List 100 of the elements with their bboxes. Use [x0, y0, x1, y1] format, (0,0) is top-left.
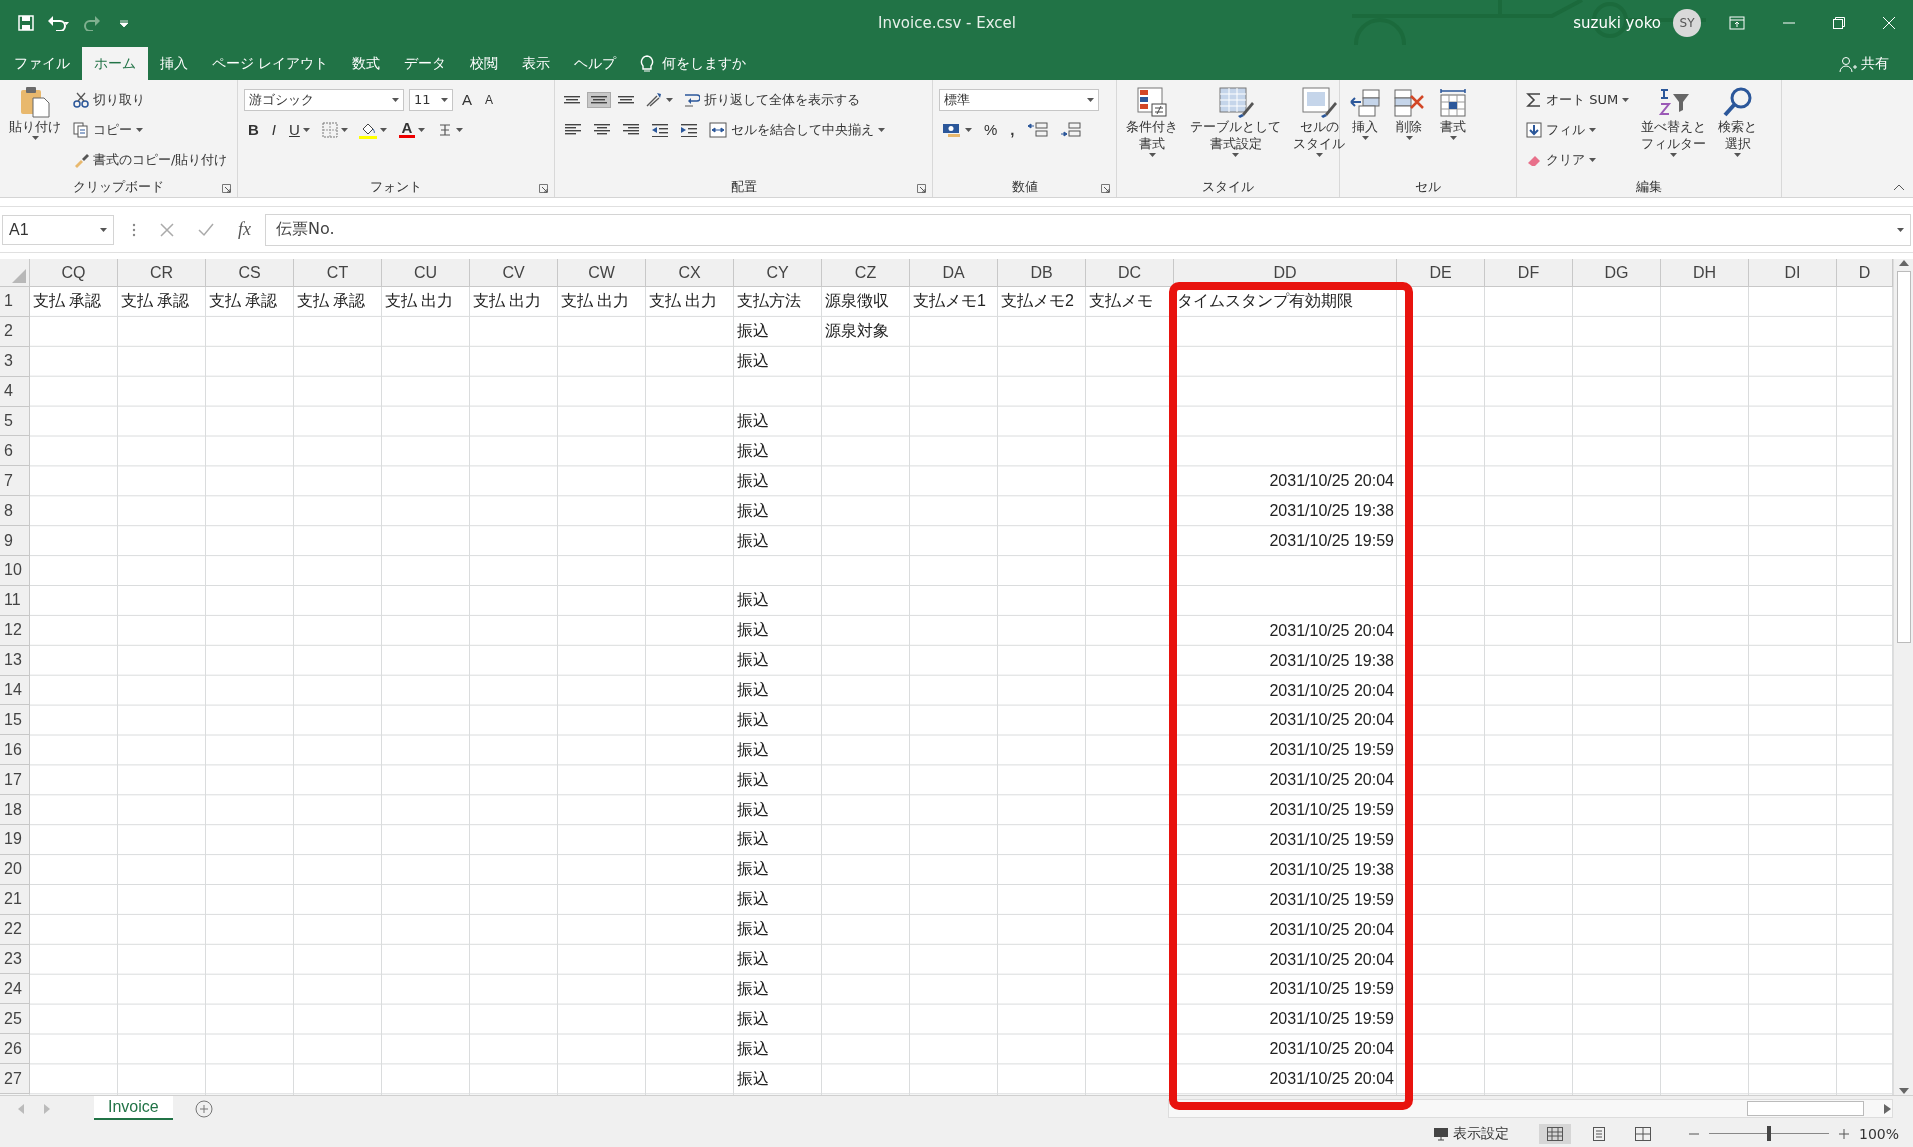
ribbon-button[interactable]: テーブルとして 書式設定: [1187, 84, 1284, 177]
ribbon-button[interactable]: 並べ替えと フィルター: [1638, 84, 1710, 177]
ribbon-tab[interactable]: ヘルプ: [562, 47, 629, 80]
row-header[interactable]: 6: [0, 436, 30, 467]
column-header[interactable]: DA: [910, 259, 998, 287]
ribbon-button[interactable]: 折り返して全体を表示する: [681, 88, 863, 111]
column-header[interactable]: CT: [294, 259, 382, 287]
ribbon-button[interactable]: セルの スタイル: [1290, 84, 1348, 177]
ribbon-button[interactable]: 検索と 選択: [1715, 84, 1761, 177]
ribbon-button[interactable]: 切り取り: [70, 88, 148, 111]
display-settings-button[interactable]: 表示設定: [1432, 1124, 1509, 1143]
column-header[interactable]: CW: [558, 259, 646, 287]
column-header[interactable]: CV: [470, 259, 558, 287]
column-header[interactable]: DI: [1749, 259, 1837, 287]
format-button[interactable]: %: [980, 119, 1002, 140]
row-header[interactable]: 22: [0, 914, 30, 945]
row-header[interactable]: 23: [0, 944, 30, 975]
ribbon-button[interactable]: フィル: [1523, 118, 1599, 141]
row-header[interactable]: 19: [0, 825, 30, 855]
ribbon-button[interactable]: 挿入: [1346, 84, 1384, 177]
dropdown-field[interactable]: 游ゴシック: [244, 88, 404, 111]
row-header[interactable]: 1: [0, 287, 30, 317]
format-button[interactable]: ,: [1006, 119, 1019, 140]
ribbon-tab[interactable]: ホーム: [82, 47, 148, 80]
column-header[interactable]: D: [1837, 259, 1893, 287]
row-header[interactable]: 17: [0, 765, 30, 796]
name-box[interactable]: A1: [2, 214, 114, 245]
ribbon-button[interactable]: 削除: [1390, 84, 1428, 177]
row-header[interactable]: 18: [0, 795, 30, 826]
row-header[interactable]: 27: [0, 1064, 30, 1095]
ribbon-button[interactable]: 書式: [1434, 84, 1472, 177]
ribbon-button[interactable]: コピー: [70, 118, 146, 141]
column-header[interactable]: CU: [382, 259, 470, 287]
row-header[interactable]: 8: [0, 496, 30, 527]
ribbon-tab[interactable]: 数式: [340, 47, 393, 80]
column-header[interactable]: DE: [1397, 259, 1485, 287]
user-avatar[interactable]: SY: [1673, 8, 1701, 37]
column-header[interactable]: CY: [734, 259, 822, 287]
ribbon-button[interactable]: クリア: [1523, 148, 1599, 171]
table-cell: 2031/10/25 19:59: [1269, 741, 1394, 760]
ribbon-button[interactable]: 書式のコピー/貼り付け: [70, 148, 231, 171]
column-header[interactable]: CS: [206, 259, 294, 287]
row-header[interactable]: 3: [0, 346, 30, 377]
zoom-level[interactable]: 100%: [1858, 1125, 1899, 1142]
formula-field[interactable]: 伝票No.: [265, 213, 1911, 246]
ribbon-tab[interactable]: 校閲: [458, 47, 511, 80]
ribbon-tab[interactable]: 表示: [510, 47, 563, 80]
ribbon-tab[interactable]: 挿入: [148, 47, 200, 80]
row-header[interactable]: 21: [0, 884, 30, 915]
row-header[interactable]: 12: [0, 615, 30, 646]
row-header[interactable]: 26: [0, 1034, 30, 1065]
insert-function-button[interactable]: fx: [238, 219, 251, 240]
row-header[interactable]: 16: [0, 735, 30, 766]
row-header[interactable]: 14: [0, 675, 30, 706]
row-header[interactable]: 15: [0, 705, 30, 736]
row-header[interactable]: 13: [0, 645, 30, 676]
row-header[interactable]: 11: [0, 585, 30, 616]
ribbon-button[interactable]: セルを結合して中央揃え: [706, 118, 888, 141]
row-header[interactable]: 25: [0, 1004, 30, 1035]
row-header[interactable]: 24: [0, 974, 30, 1005]
column-header[interactable]: CR: [118, 259, 206, 287]
font-color-button[interactable]: A: [394, 119, 429, 140]
table-cell-text: 振込: [737, 1038, 769, 1059]
format-button[interactable]: A: [481, 90, 498, 109]
column-header[interactable]: DB: [998, 259, 1086, 287]
dropdown-field[interactable]: 標準: [939, 88, 1099, 111]
table-cell-text: 振込: [737, 351, 769, 372]
format-button[interactable]: B: [244, 119, 263, 140]
column-header[interactable]: DH: [1661, 259, 1749, 287]
column-header[interactable]: CQ: [30, 259, 118, 287]
ribbon-tab[interactable]: ファイル: [2, 47, 82, 80]
group-label: 配置: [730, 178, 757, 196]
row-header[interactable]: 9: [0, 526, 30, 556]
table-cell-text: 源泉徴収: [825, 291, 889, 312]
tell-me-search[interactable]: 何をしますか: [640, 47, 747, 80]
table-cell-text: 支払 出力: [649, 291, 718, 312]
row-header[interactable]: 5: [0, 406, 30, 437]
table-cell-text: 振込: [737, 859, 769, 880]
column-header[interactable]: DF: [1485, 259, 1573, 287]
row-header[interactable]: 7: [0, 466, 30, 497]
table-cell-text: 振込: [737, 829, 769, 850]
dropdown-field[interactable]: 11: [409, 88, 453, 111]
column-header[interactable]: CX: [646, 259, 734, 287]
format-button[interactable]: I: [267, 119, 280, 140]
row-header[interactable]: 4: [0, 376, 30, 407]
ribbon-button[interactable]: 貼り付け: [6, 84, 64, 177]
format-button[interactable]: A: [458, 89, 476, 110]
column-header[interactable]: DG: [1573, 259, 1661, 287]
ribbon-button[interactable]: オート SUM: [1523, 88, 1633, 111]
ribbon-tab[interactable]: ページ レイアウト: [200, 47, 341, 80]
format-button[interactable]: U: [285, 119, 314, 140]
ribbon-button[interactable]: 条件付き 書式: [1123, 84, 1181, 177]
ribbon-tab[interactable]: データ: [392, 47, 459, 80]
column-header[interactable]: CZ: [822, 259, 910, 287]
share-button[interactable]: 共有: [1839, 47, 1889, 80]
sheet-tab[interactable]: Invoice: [94, 1096, 173, 1121]
row-header[interactable]: 10: [0, 556, 30, 586]
row-header[interactable]: 2: [0, 316, 30, 347]
column-header[interactable]: DC: [1086, 259, 1174, 287]
row-header[interactable]: 20: [0, 854, 30, 885]
